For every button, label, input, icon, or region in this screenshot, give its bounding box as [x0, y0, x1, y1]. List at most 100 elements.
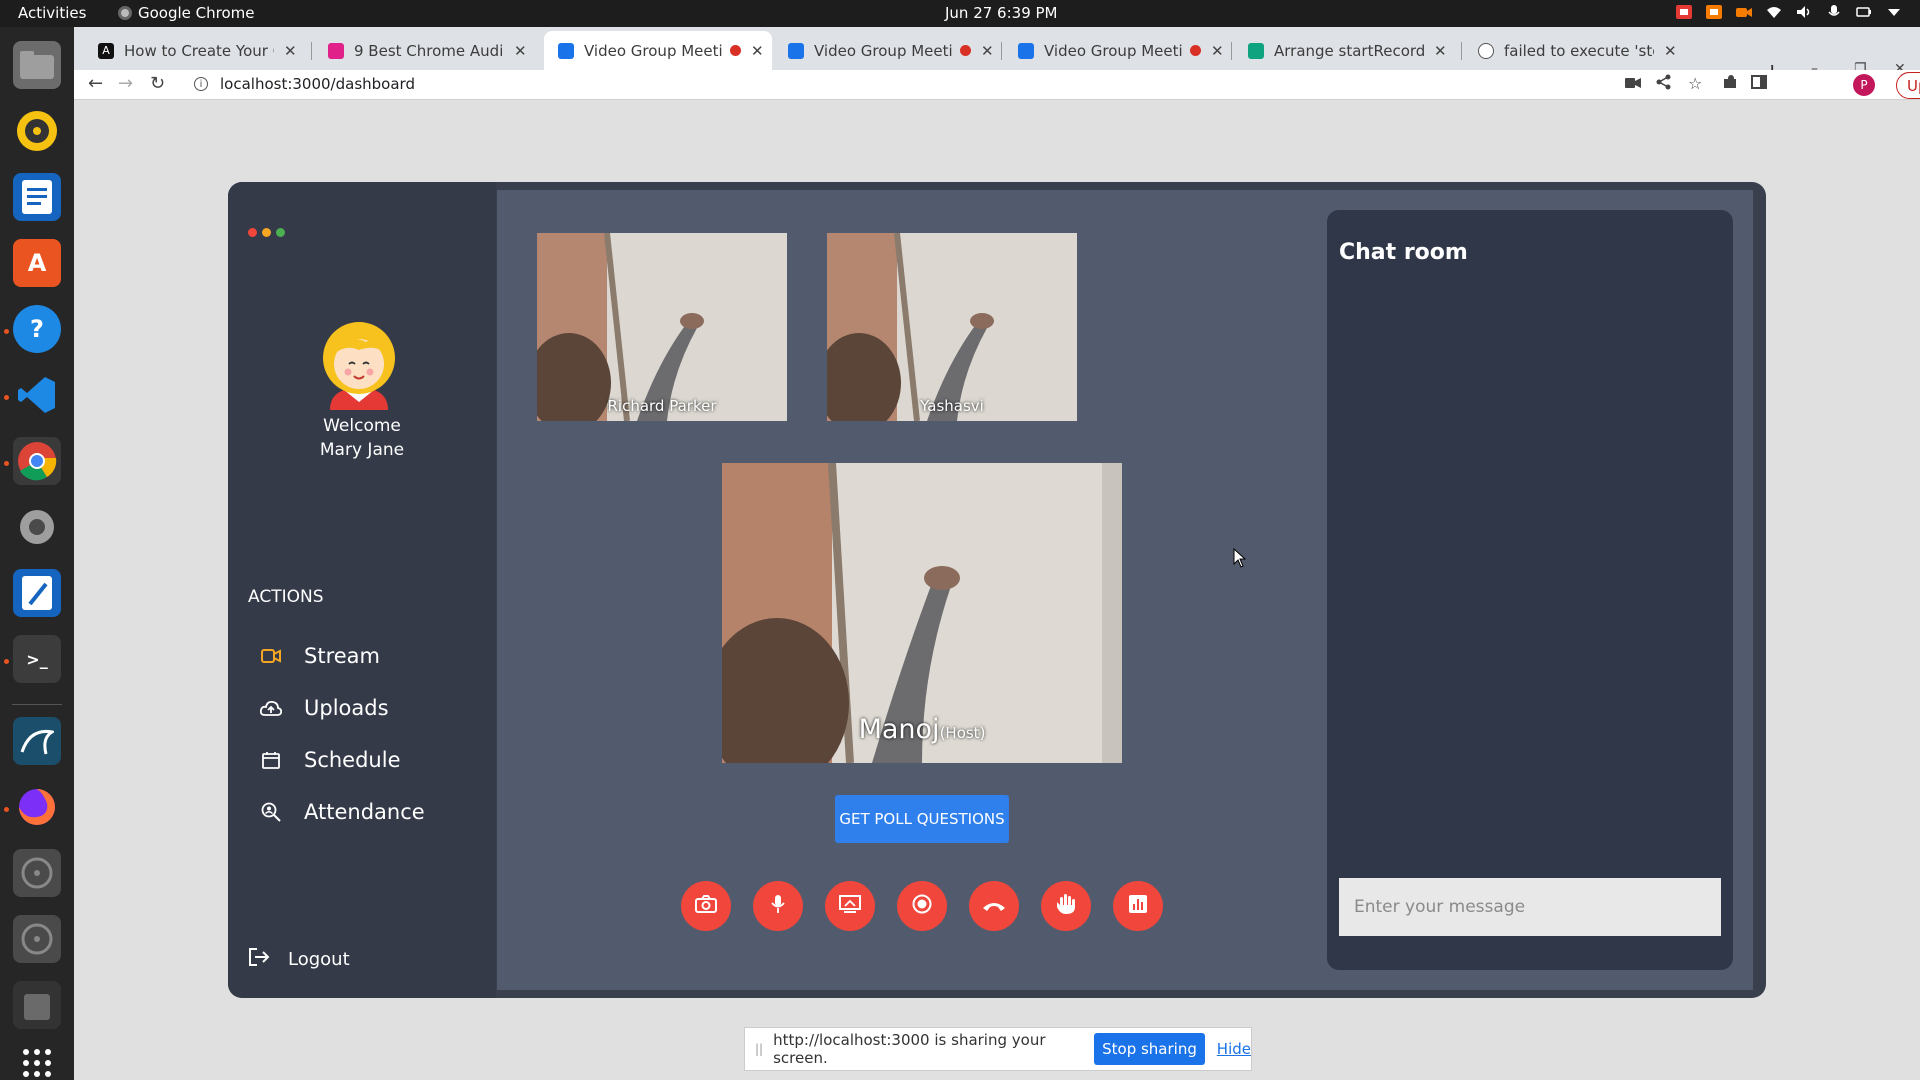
clock[interactable]: Jun 27 6:39 PM [945, 4, 1058, 22]
sidebar-item-label: Attendance [304, 800, 425, 824]
participant-name: Richard Parker [607, 397, 717, 415]
volume-icon[interactable] [1796, 4, 1812, 20]
close-tab-icon[interactable]: ✕ [981, 42, 994, 60]
terminal-icon[interactable]: >_ [13, 635, 61, 683]
tab-title: How to Create Your Ow [124, 41, 274, 60]
toolbar: ← → ↻ i localhost:3000/dashboard ☆ P Upd… [74, 70, 1920, 100]
extensions-puzzle-icon[interactable] [1722, 74, 1738, 94]
hang-up-button[interactable] [969, 881, 1019, 931]
settings-icon[interactable] [13, 503, 61, 551]
video-frame [537, 233, 787, 421]
system-tray[interactable] [1676, 4, 1902, 20]
video-frame [827, 233, 1077, 421]
host-name: Manoj [858, 714, 940, 745]
sidebar-item-stream[interactable]: Stream [260, 644, 380, 668]
close-tab-icon[interactable]: ✕ [1664, 42, 1677, 60]
profile-avatar[interactable]: P [1853, 74, 1875, 96]
activities-button[interactable]: Activities [18, 4, 86, 22]
drag-handle-icon[interactable]: || [755, 1042, 763, 1056]
browser-tab[interactable]: Arrange startRecording ✕ [1234, 31, 1462, 70]
battery-icon[interactable] [1856, 4, 1872, 20]
show-apps-icon[interactable] [13, 1039, 61, 1080]
sidebar-item-schedule[interactable]: Schedule [260, 748, 401, 772]
browser-tab[interactable]: Video Group Meeting ✕ [774, 31, 1002, 70]
close-tab-icon[interactable]: ✕ [514, 42, 527, 60]
sidebar: Welcome Mary Jane ACTIONS Stream Uploads… [228, 182, 496, 998]
browser-tab[interactable]: Video Group Meeting ✕ [1004, 31, 1232, 70]
help-icon[interactable]: ? [13, 305, 61, 353]
window-dots [248, 228, 285, 237]
trash-icon[interactable] [13, 981, 61, 1029]
sharing-message: http://localhost:3000 is sharing your sc… [773, 1031, 1046, 1067]
writer-icon[interactable] [13, 173, 61, 221]
tab-separator [1231, 42, 1232, 60]
microphone-indicator-icon[interactable] [1826, 4, 1842, 20]
raise-hand-button[interactable] [1041, 881, 1091, 931]
poll-button[interactable] [1113, 881, 1163, 931]
hang-up-icon [982, 897, 1006, 916]
power-menu-icon[interactable] [1886, 4, 1902, 20]
mouse-cursor-icon [1233, 547, 1247, 572]
firefox-icon[interactable] [13, 783, 61, 831]
recording-indicator-icon[interactable] [1706, 4, 1722, 20]
microphone-icon [770, 894, 786, 918]
site-info-icon[interactable]: i [194, 77, 208, 91]
close-tab-icon[interactable]: ✕ [284, 42, 297, 60]
app-center-icon[interactable]: A [13, 239, 61, 287]
sidebar-item-uploads[interactable]: Uploads [260, 696, 389, 720]
side-panel-icon[interactable] [1751, 74, 1767, 94]
openai-icon [1248, 42, 1264, 59]
dock-separator [12, 704, 62, 705]
record-button[interactable] [897, 881, 947, 931]
video-camera-icon [260, 645, 282, 667]
back-arrow-icon[interactable]: ← [88, 73, 103, 94]
browser-tab[interactable]: A How to Create Your Ow ✕ [84, 31, 312, 70]
user-name: Mary Jane [319, 440, 405, 460]
camera-indicator-icon[interactable] [1736, 4, 1752, 20]
wifi-icon[interactable] [1766, 4, 1782, 20]
sidebar-item-attendance[interactable]: Attendance [260, 800, 425, 824]
screen-sharing-bar: || http://localhost:3000 is sharing your… [744, 1027, 1252, 1071]
camera-button[interactable] [681, 881, 731, 931]
screen-share-indicator-icon[interactable] [1676, 4, 1692, 20]
search-person-icon [260, 801, 282, 823]
chat-message-input[interactable] [1339, 878, 1721, 936]
camera-in-use-icon[interactable] [1625, 74, 1641, 93]
screen-share-button[interactable] [825, 881, 875, 931]
disk-icon[interactable] [13, 849, 61, 897]
stop-sharing-button[interactable]: Stop sharing [1094, 1033, 1205, 1065]
active-app-menu[interactable]: Google Chrome [118, 4, 255, 22]
browser-tab[interactable]: 9 Best Chrome Audio Ca ✕ [314, 31, 542, 70]
hide-link[interactable]: Hide [1217, 1040, 1251, 1058]
update-button[interactable]: Update ⋮ [1896, 72, 1920, 99]
microphone-button[interactable] [753, 881, 803, 931]
green-dot [276, 228, 285, 237]
share-icon[interactable] [1656, 74, 1672, 94]
vscode-icon[interactable] [13, 371, 61, 419]
mysql-workbench-icon[interactable] [13, 717, 61, 765]
bookmark-star-icon[interactable]: ☆ [1688, 74, 1702, 93]
browser-tab[interactable]: failed to execute 'stop' ✕ [1464, 31, 1692, 70]
tab-title: Video Group Meeting [584, 41, 724, 60]
url-text[interactable]: localhost:3000/dashboard [220, 75, 415, 93]
address-bar[interactable]: i localhost:3000/dashboard [194, 75, 415, 93]
disk-icon[interactable] [13, 915, 61, 963]
logout-button[interactable]: Logout [248, 947, 350, 972]
reload-icon[interactable]: ↻ [150, 73, 165, 94]
close-tab-icon[interactable]: ✕ [751, 42, 764, 60]
participant-video-tile[interactable]: Richard Parker [537, 233, 787, 421]
chrome-icon[interactable] [13, 437, 61, 485]
get-poll-questions-button[interactable]: GET POLL QUESTIONS [835, 795, 1009, 843]
close-tab-icon[interactable]: ✕ [1211, 42, 1224, 60]
a-icon: A [98, 42, 114, 59]
close-tab-icon[interactable]: ✕ [1434, 42, 1447, 60]
logout-label: Logout [288, 949, 350, 970]
files-icon[interactable] [13, 41, 61, 89]
text-editor-icon[interactable] [13, 569, 61, 617]
host-video-tile[interactable]: Manoj(Host) [722, 463, 1122, 763]
browser-tab-active[interactable]: Video Group Meeting ✕ [544, 31, 772, 70]
rhythmbox-icon[interactable] [13, 107, 61, 155]
participant-video-tile[interactable]: Yashasvi [827, 233, 1077, 421]
forward-arrow-icon[interactable]: → [118, 73, 133, 94]
user-avatar [316, 318, 402, 410]
